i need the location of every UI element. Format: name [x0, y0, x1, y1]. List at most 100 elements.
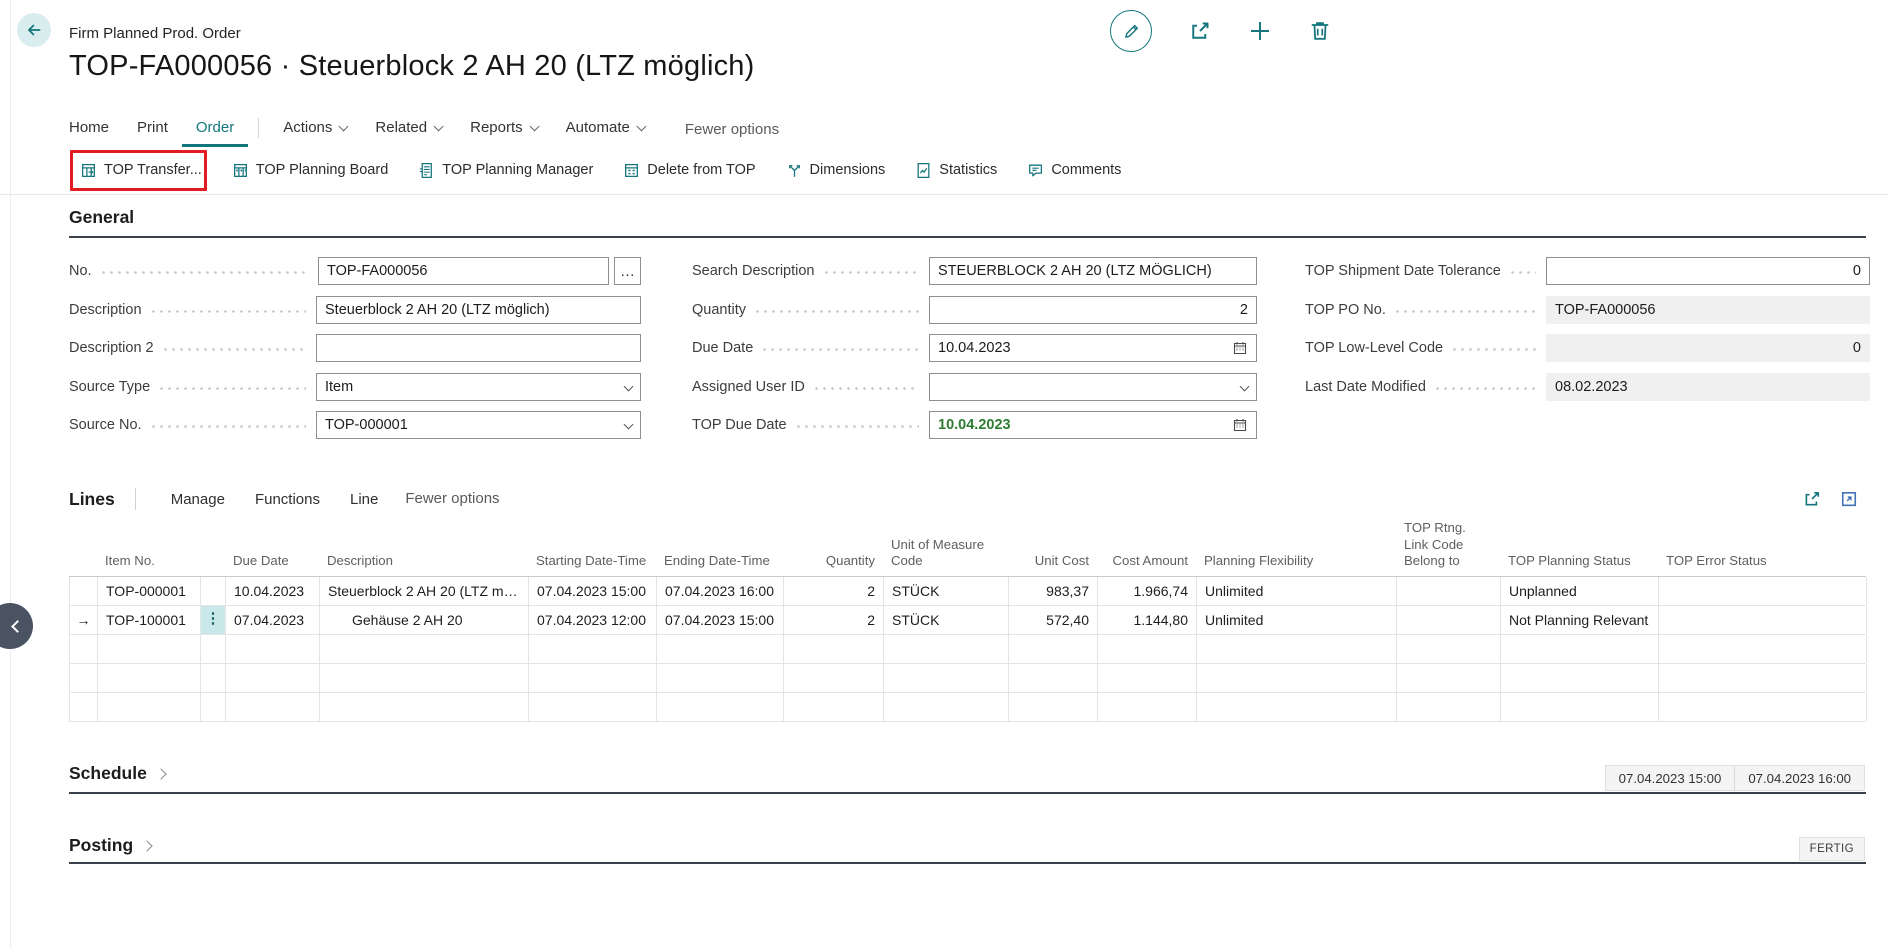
- posting-section-heading[interactable]: Posting: [69, 835, 151, 856]
- top-error-status-cell[interactable]: [1659, 606, 1867, 634]
- column-header-starting-date-time[interactable]: Starting Date-Time: [528, 553, 656, 576]
- unit-cost-cell[interactable]: 572,40: [1009, 606, 1098, 634]
- top-planning-status-cell[interactable]: Not Planning Relevant: [1501, 606, 1659, 634]
- due-date-cell[interactable]: 07.04.2023: [226, 606, 320, 634]
- uom-cell[interactable]: STÜCK: [884, 606, 1009, 634]
- search-description-input[interactable]: STEUERBLOCK 2 AH 20 (LTZ MÖGLICH): [929, 257, 1257, 285]
- lines-tab-line[interactable]: Line: [335, 491, 393, 508]
- tab-print[interactable]: Print: [123, 113, 182, 147]
- description-cell[interactable]: Steuerblock 2 AH 20 (LTZ mögl...: [320, 577, 529, 605]
- top-error-status-cell[interactable]: [1659, 577, 1867, 605]
- delete-from-top-button[interactable]: Delete from TOP: [623, 162, 755, 179]
- delete-button[interactable]: [1308, 19, 1332, 43]
- column-header-description[interactable]: Description: [319, 553, 528, 576]
- lines-tab-functions[interactable]: Functions: [240, 491, 335, 508]
- due-date-cell[interactable]: 10.04.2023: [226, 577, 320, 605]
- edit-button[interactable]: [1110, 10, 1152, 52]
- column-header-top-rtng-link[interactable]: TOP Rtng. Link Code Belong to: [1396, 520, 1500, 576]
- rtng-link-cell[interactable]: [1397, 577, 1501, 605]
- top-due-date-input[interactable]: 10.04.2023: [929, 411, 1257, 439]
- row-menu-cell-selected[interactable]: ⋮: [201, 606, 226, 634]
- top-transfer-button[interactable]: TOP Transfer...: [80, 162, 202, 179]
- column-header-planning-flexibility[interactable]: Planning Flexibility: [1196, 553, 1396, 576]
- posting-section-divider: [69, 862, 1866, 864]
- source-no-select[interactable]: TOP-000001: [316, 411, 641, 439]
- top-planning-manager-button[interactable]: TOP Planning Manager: [418, 162, 593, 179]
- schedule-starting-datetime[interactable]: 07.04.2023 15:00: [1605, 765, 1736, 791]
- column-header-unit-cost[interactable]: Unit Cost: [1008, 553, 1097, 576]
- column-header-due-date[interactable]: Due Date: [225, 553, 319, 576]
- row-selector-cell[interactable]: [70, 577, 98, 605]
- pencil-icon: [1122, 22, 1141, 41]
- column-header-top-planning-status[interactable]: TOP Planning Status: [1500, 553, 1658, 576]
- top-planning-status-cell[interactable]: Unplanned: [1501, 577, 1659, 605]
- posting-status-badge[interactable]: FERTIG: [1799, 837, 1865, 861]
- rtng-link-cell[interactable]: [1397, 606, 1501, 634]
- row-menu-cell[interactable]: [201, 577, 226, 605]
- share-icon[interactable]: [1802, 489, 1822, 509]
- item-no-cell[interactable]: TOP-100001: [98, 606, 201, 634]
- description-cell[interactable]: Gehäuse 2 AH 20: [320, 606, 529, 634]
- tab-order[interactable]: Order: [182, 113, 248, 147]
- field-row-top-shipment-date-tolerance: TOP Shipment Date Tolerance 0: [1305, 257, 1870, 285]
- cost-amount-cell[interactable]: 1.966,74: [1098, 577, 1197, 605]
- lines-fewer-options-button[interactable]: Fewer options: [405, 490, 499, 509]
- column-header-ending-date-time[interactable]: Ending Date-Time: [656, 553, 783, 576]
- ending-date-time-cell[interactable]: 07.04.2023 15:00: [657, 606, 784, 634]
- tab-actions[interactable]: Actions: [269, 113, 361, 147]
- chevron-down-icon: [529, 121, 539, 131]
- firm-planned-prod-order-page: Firm Planned Prod. Order TOP-FA000056 · …: [0, 0, 1889, 948]
- schedule-ending-datetime[interactable]: 07.04.2023 16:00: [1734, 765, 1865, 791]
- due-date-input[interactable]: 10.04.2023: [929, 334, 1257, 362]
- column-header-item-no[interactable]: Item No.: [97, 553, 200, 576]
- cost-amount-cell[interactable]: 1.144,80: [1098, 606, 1197, 634]
- ending-date-time-cell[interactable]: 07.04.2023 16:00: [657, 577, 784, 605]
- tab-home[interactable]: Home: [69, 113, 123, 147]
- item-no-cell[interactable]: TOP-000001: [98, 577, 201, 605]
- tab-related[interactable]: Related: [361, 113, 456, 147]
- focus-mode-icon[interactable]: [1839, 489, 1859, 509]
- dimensions-button[interactable]: Dimensions: [786, 162, 886, 179]
- chevron-right-icon: [142, 840, 153, 851]
- new-button[interactable]: [1248, 19, 1272, 43]
- top-planning-board-button[interactable]: TOP Planning Board: [232, 162, 388, 179]
- share-button[interactable]: [1188, 19, 1212, 43]
- breadcrumb[interactable]: Firm Planned Prod. Order: [69, 25, 241, 42]
- no-input[interactable]: TOP-FA000056: [318, 257, 609, 285]
- unit-cost-cell[interactable]: 983,37: [1009, 577, 1098, 605]
- uom-cell[interactable]: STÜCK: [884, 577, 1009, 605]
- page-title: TOP-FA000056 · Steuerblock 2 AH 20 (LTZ …: [69, 50, 755, 83]
- planning-flexibility-cell[interactable]: Unlimited: [1197, 577, 1397, 605]
- planning-flexibility-cell[interactable]: Unlimited: [1197, 606, 1397, 634]
- back-button[interactable]: [17, 13, 51, 47]
- description2-input[interactable]: [316, 334, 641, 362]
- fewer-options-button[interactable]: Fewer options: [685, 121, 779, 140]
- source-type-select[interactable]: Item: [316, 373, 641, 401]
- description-input[interactable]: Steuerblock 2 AH 20 (LTZ möglich): [316, 296, 641, 324]
- starting-date-time-cell[interactable]: 07.04.2023 12:00: [529, 606, 657, 634]
- column-header-top-error-status[interactable]: TOP Error Status: [1658, 553, 1866, 576]
- comments-button[interactable]: Comments: [1027, 162, 1121, 179]
- statistics-button[interactable]: Statistics: [915, 162, 997, 179]
- assigned-user-id-select[interactable]: [929, 373, 1257, 401]
- schedule-section-heading[interactable]: Schedule: [69, 763, 165, 784]
- general-section-heading[interactable]: General: [69, 207, 134, 228]
- lines-section-heading[interactable]: Lines: [69, 489, 115, 510]
- calendar-icon[interactable]: [1232, 340, 1248, 356]
- top-shipment-date-tolerance-input[interactable]: 0: [1546, 257, 1870, 285]
- column-header-quantity[interactable]: Quantity: [783, 553, 883, 576]
- quantity-cell[interactable]: 2: [784, 606, 884, 634]
- tab-reports[interactable]: Reports: [456, 113, 552, 147]
- starting-date-time-cell[interactable]: 07.04.2023 15:00: [529, 577, 657, 605]
- lines-tab-manage[interactable]: Manage: [156, 491, 240, 508]
- general-section-divider: [69, 236, 1866, 238]
- no-assist-edit-button[interactable]: …: [614, 257, 641, 285]
- collapse-pane-button[interactable]: [0, 603, 33, 649]
- column-header-cost-amount[interactable]: Cost Amount: [1097, 553, 1196, 576]
- tab-automate[interactable]: Automate: [552, 113, 659, 147]
- quantity-input[interactable]: 2: [929, 296, 1257, 324]
- quantity-cell[interactable]: 2: [784, 577, 884, 605]
- column-header-unit-of-measure-code[interactable]: Unit of Measure Code: [883, 537, 1008, 576]
- row-selector-cell[interactable]: →: [70, 606, 98, 634]
- calendar-icon[interactable]: [1232, 417, 1248, 433]
